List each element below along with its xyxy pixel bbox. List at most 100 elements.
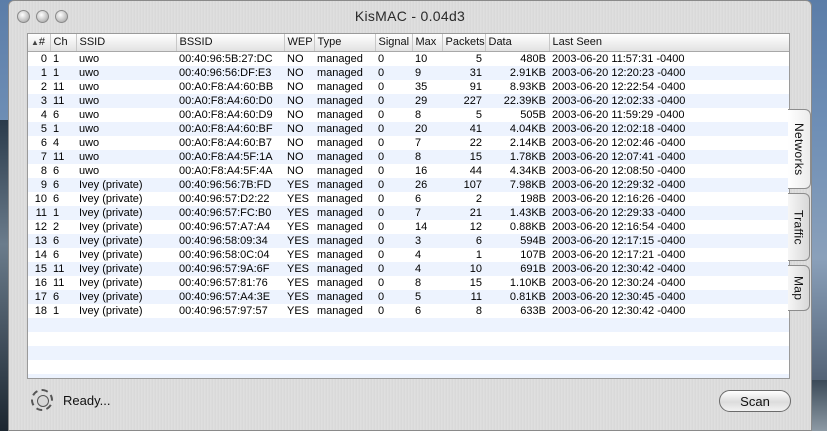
cell-wep: YES [284, 205, 314, 220]
cell-max: 20 [412, 121, 442, 136]
column-header-packets[interactable]: Packets [442, 34, 486, 52]
zoom-window-button[interactable] [55, 10, 68, 23]
table-row[interactable]: 6 4 uwo 00:A0:F8:A4:60:B7 NO managed 0 7 22 2.14K… [28, 135, 789, 150]
cell-num: 0 [28, 51, 50, 66]
cell-type: managed [314, 163, 375, 178]
cell-num: 3 [28, 93, 50, 108]
cell-data: 107B [485, 247, 549, 262]
cell-data: 2.14KB [485, 135, 549, 150]
column-header-wep[interactable]: WEP [284, 34, 315, 52]
cell-channel: 1 [50, 205, 76, 220]
cell-packets: 107 [442, 177, 485, 192]
column-header-signal[interactable]: Signal [375, 34, 413, 52]
cell-bssid: 00:40:96:57:A4:3E [176, 289, 284, 304]
cell-max: 7 [412, 135, 442, 150]
cell-bssid: 00:40:96:56:7B:FD [176, 177, 284, 192]
close-window-button[interactable] [17, 10, 30, 23]
cell-wep: NO [284, 79, 314, 94]
cell-last-seen: 2003-06-20 12:07:41 -0400 [549, 149, 789, 164]
table-row[interactable]: 9 6 Ivey (private) 00:40:96:56:7B:FD YES mana… [28, 177, 789, 192]
cell-packets: 6 [442, 233, 485, 248]
table-row[interactable]: 10 6 Ivey (private) 00:40:96:57:D2:22 YES man… [28, 191, 789, 206]
table-row[interactable]: 5 1 uwo 00:A0:F8:A4:60:BF NO managed 0 20 41 4.04… [28, 121, 789, 136]
cell-wep: YES [284, 303, 314, 318]
cell-ssid: uwo [76, 149, 176, 164]
cell-signal: 0 [375, 303, 412, 318]
column-header-channel[interactable]: Ch [50, 34, 77, 52]
cell-wep: NO [284, 51, 314, 66]
cell-packets: 44 [442, 163, 485, 178]
tab-traffic[interactable]: Traffic [788, 193, 810, 261]
cell-channel: 1 [50, 121, 76, 136]
title-bar[interactable]: KisMAC - 0.04d3 [9, 1, 811, 31]
cell-num: 17 [28, 289, 50, 304]
cell-type: managed [314, 205, 375, 220]
table-body: 0 1 uwo 00:40:96:5B:27:DC NO managed 0 10 5 480B 2… [28, 51, 789, 318]
table-row[interactable]: 8 6 uwo 00:A0:F8:A4:5F:4A NO managed 0 16 44 4.34… [28, 163, 789, 178]
cell-packets: 5 [442, 51, 485, 66]
cell-bssid: 00:40:96:57:9A:6F [176, 261, 284, 276]
table-row[interactable]: 14 6 Ivey (private) 00:40:96:58:0C:04 YES man… [28, 247, 789, 262]
table-row[interactable]: 18 1 Ivey (private) 00:40:96:57:97:57 YES man… [28, 303, 789, 318]
tab-map[interactable]: Map [788, 265, 810, 311]
table-row[interactable]: 16 11 Ivey (private) 00:40:96:57:81:76 YES ma… [28, 275, 789, 290]
cell-max: 16 [412, 163, 442, 178]
cell-packets: 41 [442, 121, 485, 136]
cell-data: 1.78KB [485, 149, 549, 164]
cell-packets: 11 [442, 289, 485, 304]
table-row[interactable]: 2 11 uwo 00:A0:F8:A4:60:BB NO managed 0 35 91 8.9… [28, 79, 789, 94]
cell-max: 14 [412, 219, 442, 234]
column-header-data[interactable]: Data [485, 34, 550, 52]
cell-data: 505B [485, 107, 549, 122]
table-row[interactable]: 0 1 uwo 00:40:96:5B:27:DC NO managed 0 10 5 480B 2… [28, 51, 789, 66]
cell-bssid: 00:A0:F8:A4:60:BF [176, 121, 284, 136]
cell-num: 2 [28, 79, 50, 94]
column-header-type[interactable]: Type [314, 34, 376, 52]
gear-icon [31, 389, 53, 411]
cell-type: managed [314, 135, 375, 150]
table-row[interactable]: 7 11 uwo 00:A0:F8:A4:5F:1A NO managed 0 8 15 1.78… [28, 149, 789, 164]
table-row[interactable]: 11 1 Ivey (private) 00:40:96:57:FC:B0 YES man… [28, 205, 789, 220]
cell-bssid: 00:A0:F8:A4:60:D9 [176, 107, 284, 122]
cell-signal: 0 [375, 51, 412, 66]
cell-last-seen: 2003-06-20 12:30:24 -0400 [549, 275, 789, 290]
cell-channel: 6 [50, 247, 76, 262]
cell-last-seen: 2003-06-20 12:29:33 -0400 [549, 205, 789, 220]
networks-table: ▲# Ch SSID BSSID WEP Type Signal Max Pac… [27, 33, 790, 379]
table-row[interactable]: 12 2 Ivey (private) 00:40:96:57:A7:A4 YES man… [28, 219, 789, 234]
cell-signal: 0 [375, 219, 412, 234]
cell-signal: 0 [375, 121, 412, 136]
minimize-window-button[interactable] [36, 10, 49, 23]
column-header-bssid[interactable]: BSSID [176, 34, 285, 52]
cell-max: 6 [412, 303, 442, 318]
column-header-max[interactable]: Max [412, 34, 443, 52]
column-header-num[interactable]: ▲# [28, 34, 51, 52]
cell-bssid: 00:A0:F8:A4:5F:4A [176, 163, 284, 178]
cell-signal: 0 [375, 65, 412, 80]
column-header-ssid[interactable]: SSID [76, 34, 177, 52]
cell-wep: YES [284, 191, 314, 206]
cell-last-seen: 2003-06-20 12:30:45 -0400 [549, 289, 789, 304]
table-row[interactable]: 1 1 uwo 00:40:96:56:DF:E3 NO managed 0 9 31 2.91K… [28, 65, 789, 80]
tab-networks[interactable]: Networks [788, 109, 811, 189]
cell-bssid: 00:A0:F8:A4:60:BB [176, 79, 284, 94]
column-header-last-seen[interactable]: Last Seen [549, 34, 789, 52]
cell-wep: NO [284, 93, 314, 108]
cell-data: 4.04KB [485, 121, 549, 136]
scan-button[interactable]: Scan [719, 390, 791, 412]
cell-num: 16 [28, 275, 50, 290]
cell-ssid: uwo [76, 93, 176, 108]
table-row[interactable]: 15 11 Ivey (private) 00:40:96:57:9A:6F YES ma… [28, 261, 789, 276]
cell-signal: 0 [375, 107, 412, 122]
cell-ssid: Ivey (private) [76, 303, 176, 318]
table-row[interactable]: 3 11 uwo 00:A0:F8:A4:60:D0 NO managed 0 29 227 22… [28, 93, 789, 108]
table-row[interactable]: 4 6 uwo 00:A0:F8:A4:60:D9 NO managed 0 8 5 505B 20… [28, 107, 789, 122]
table-empty-rows [28, 317, 789, 378]
table-row[interactable]: 13 6 Ivey (private) 00:40:96:58:09:34 YES man… [28, 233, 789, 248]
cell-max: 4 [412, 247, 442, 262]
table-row[interactable]: 17 6 Ivey (private) 00:40:96:57:A4:3E YES man… [28, 289, 789, 304]
cell-last-seen: 2003-06-20 12:22:54 -0400 [549, 79, 789, 94]
cell-max: 7 [412, 205, 442, 220]
cell-max: 26 [412, 177, 442, 192]
cell-type: managed [314, 121, 375, 136]
